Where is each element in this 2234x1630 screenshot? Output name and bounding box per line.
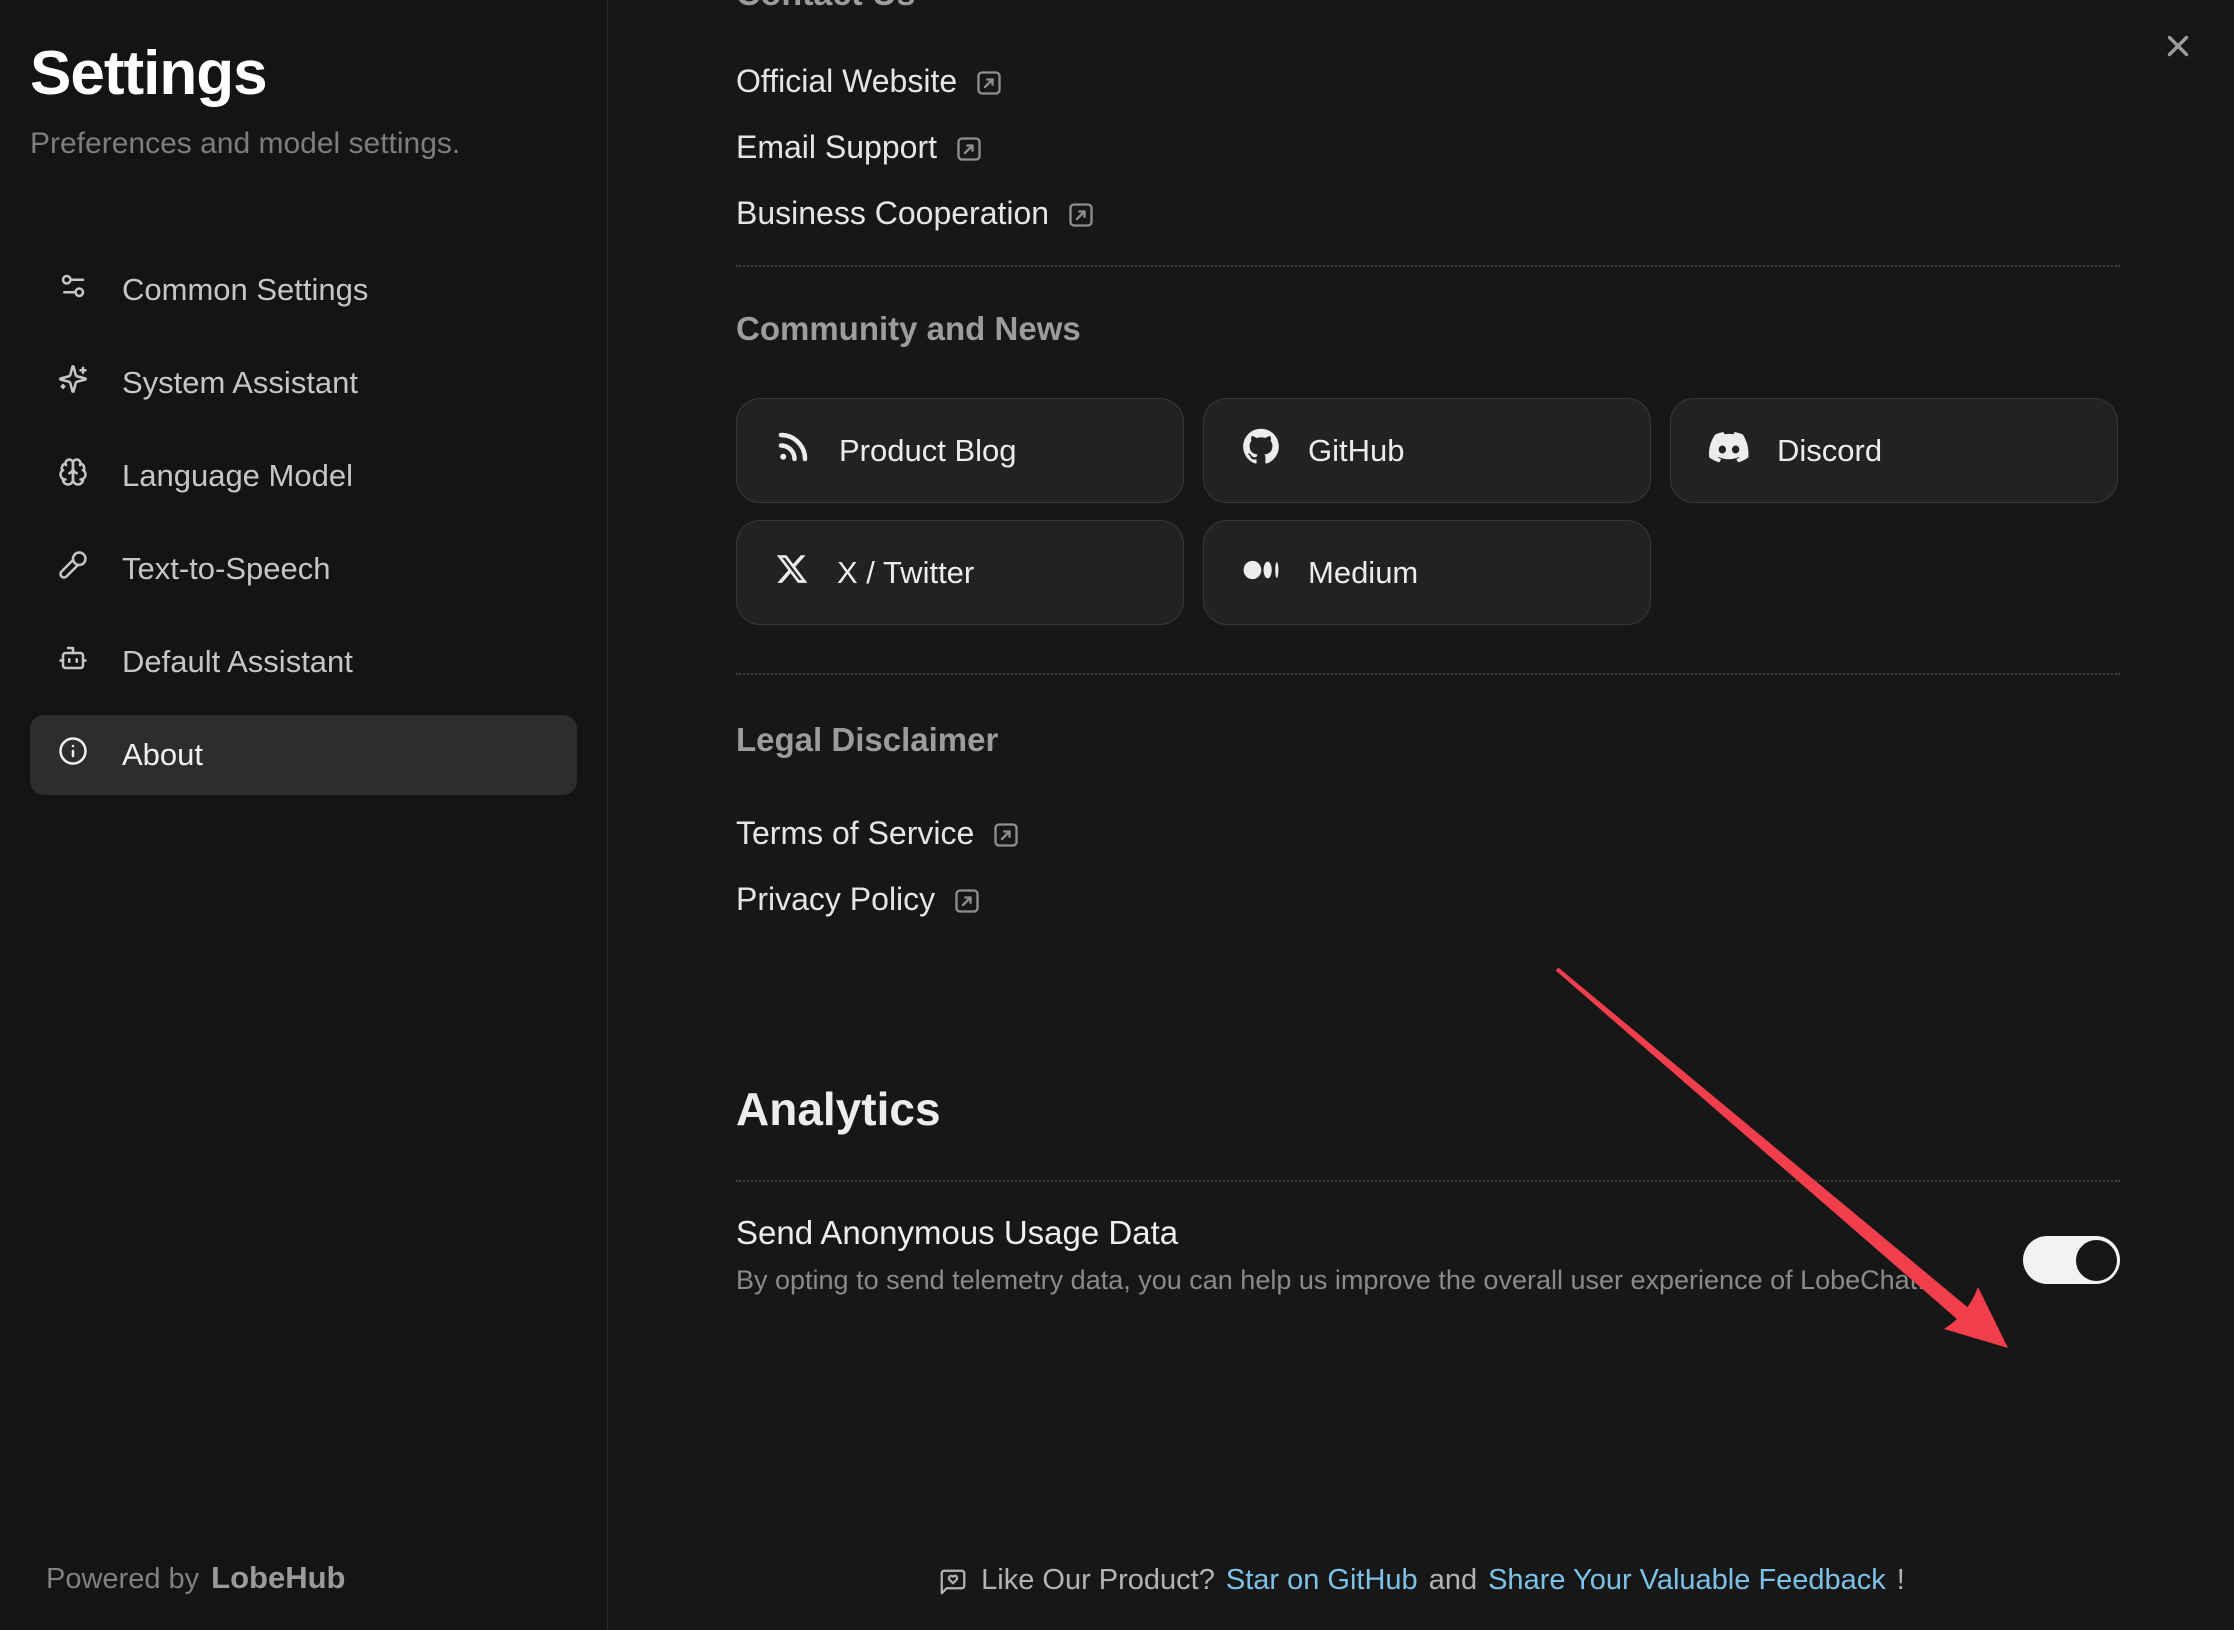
- sidebar-item-label: About: [122, 737, 203, 773]
- setting-texts: Send Anonymous Usage Data By opting to s…: [736, 1212, 1925, 1298]
- terms-of-service-link[interactable]: Terms of Service: [736, 813, 1020, 853]
- link-label: Business Cooperation: [736, 195, 1049, 232]
- external-link-icon: [953, 886, 981, 914]
- star-on-github-link[interactable]: Star on GitHub: [1226, 1564, 1418, 1597]
- email-support-link[interactable]: Email Support: [736, 127, 983, 167]
- bot-icon: [58, 643, 88, 681]
- setting-description: By opting to send telemetry data, you ca…: [736, 1262, 1925, 1298]
- external-link-icon: [955, 134, 983, 162]
- message-heart-icon: [938, 1567, 968, 1597]
- divider: [736, 265, 2120, 267]
- powered-by: Powered by LobeHub: [46, 1560, 345, 1596]
- community-heading: Community and News: [736, 309, 2120, 349]
- x-twitter-icon: [775, 552, 809, 594]
- close-button[interactable]: [2158, 28, 2198, 68]
- link-label: Terms of Service: [736, 815, 974, 852]
- sidebar-item-text-to-speech[interactable]: Text-to-Speech: [30, 529, 577, 609]
- link-label: Email Support: [736, 129, 937, 166]
- button-label: Product Blog: [839, 433, 1017, 469]
- contact-us-heading: Contact Us: [736, 0, 915, 14]
- share-feedback-link[interactable]: Share Your Valuable Feedback: [1488, 1564, 1886, 1597]
- info-icon: [58, 736, 88, 774]
- external-link-icon: [975, 68, 1003, 96]
- sidebar-item-label: Text-to-Speech: [122, 551, 331, 587]
- sidebar-item-label: Common Settings: [122, 272, 368, 308]
- footer-text: Like Our Product?: [981, 1564, 1215, 1597]
- toggle-knob: [2076, 1240, 2117, 1281]
- button-label: X / Twitter: [837, 555, 974, 591]
- official-website-link[interactable]: Official Website: [736, 61, 1003, 101]
- button-label: Medium: [1308, 555, 1418, 591]
- link-label: Official Website: [736, 63, 957, 100]
- sidebar-item-default-assistant[interactable]: Default Assistant: [30, 622, 577, 702]
- contact-links: Official Website Email Support Business …: [736, 61, 2120, 233]
- github-icon: [1242, 428, 1280, 474]
- divider: [736, 673, 2120, 675]
- button-label: Discord: [1777, 433, 1882, 469]
- send-usage-data-toggle[interactable]: [2023, 1236, 2120, 1284]
- discord-button[interactable]: Discord: [1670, 398, 2118, 503]
- sidebar-item-about[interactable]: About: [30, 715, 577, 795]
- sidebar-item-language-model[interactable]: Language Model: [30, 436, 577, 516]
- footer-text: and: [1429, 1564, 1477, 1597]
- discord-icon: [1709, 431, 1749, 471]
- link-label: Privacy Policy: [736, 881, 935, 918]
- settings-sidebar: Settings Preferences and model settings.…: [0, 0, 608, 1630]
- external-link-icon: [992, 820, 1020, 848]
- sidebar-item-common-settings[interactable]: Common Settings: [30, 250, 577, 330]
- about-panel: Contact Us Official Website Email Suppor…: [609, 0, 2234, 1630]
- x-twitter-button[interactable]: X / Twitter: [736, 520, 1184, 625]
- community-buttons: Product Blog GitHub Discord X / Twitter: [736, 398, 2120, 625]
- button-label: GitHub: [1308, 433, 1404, 469]
- rss-icon: [775, 429, 811, 473]
- close-icon: [2161, 29, 2195, 68]
- analytics-heading: Analytics: [736, 1081, 2120, 1137]
- sidebar-item-label: Default Assistant: [122, 644, 353, 680]
- mic-icon: [58, 550, 88, 588]
- feedback-footer: Like Our Product? Star on GitHub and Sha…: [609, 1564, 2234, 1597]
- sparkles-icon: [58, 364, 88, 402]
- sidebar-item-label: System Assistant: [122, 365, 358, 401]
- setting-label: Send Anonymous Usage Data: [736, 1212, 1925, 1254]
- brain-icon: [58, 457, 88, 495]
- legal-heading: Legal Disclaimer: [736, 720, 2120, 760]
- powered-by-text: Powered by: [46, 1563, 199, 1596]
- footer-text: !: [1897, 1564, 1905, 1597]
- page-subtitle: Preferences and model settings.: [30, 126, 577, 162]
- page-title: Settings: [30, 36, 577, 112]
- legal-links: Terms of Service Privacy Policy: [736, 813, 2120, 919]
- external-link-icon: [1067, 200, 1095, 228]
- sidebar-item-system-assistant[interactable]: System Assistant: [30, 343, 577, 423]
- settings-modal: { "sidebar": { "title": "Settings", "sub…: [0, 0, 2234, 1630]
- divider: [736, 1180, 2120, 1182]
- medium-icon: [1242, 555, 1280, 591]
- github-button[interactable]: GitHub: [1203, 398, 1651, 503]
- sidebar-nav: Common Settings System Assistant Languag…: [30, 250, 577, 795]
- send-usage-data-setting: Send Anonymous Usage Data By opting to s…: [736, 1212, 2120, 1298]
- sidebar-item-label: Language Model: [122, 458, 353, 494]
- business-cooperation-link[interactable]: Business Cooperation: [736, 193, 1095, 233]
- product-blog-button[interactable]: Product Blog: [736, 398, 1184, 503]
- about-content: Contact Us Official Website Email Suppor…: [736, 0, 2120, 1298]
- sliders-icon: [58, 271, 88, 309]
- lobehub-logo[interactable]: LobeHub: [211, 1560, 345, 1596]
- privacy-policy-link[interactable]: Privacy Policy: [736, 879, 981, 919]
- medium-button[interactable]: Medium: [1203, 520, 1651, 625]
